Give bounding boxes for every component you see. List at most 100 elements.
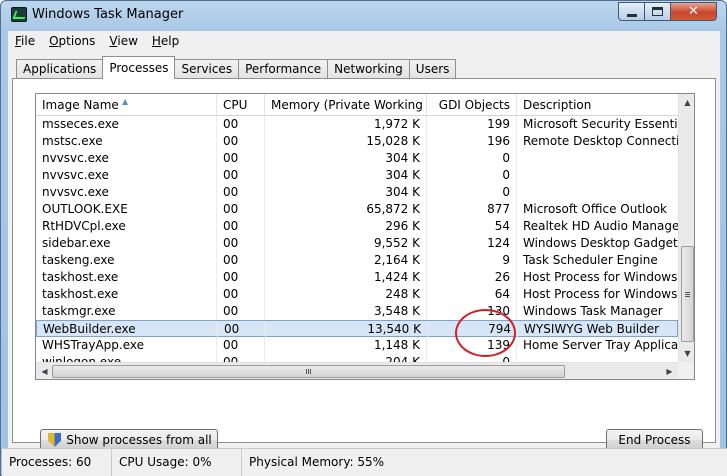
grip-line — [685, 296, 690, 297]
cell-gdi-objects: 9 — [427, 252, 517, 269]
cell-memory: 248 K — [265, 286, 427, 303]
cell-image-name: OUTLOOK.EXE — [36, 201, 217, 218]
cell-gdi-objects: 139 — [427, 337, 517, 354]
maximize-icon — [652, 7, 663, 16]
cell-image-name: WHSTrayApp.exe — [36, 337, 217, 354]
cell-memory: 296 K — [265, 218, 427, 235]
cell-memory: 1,148 K — [265, 337, 427, 354]
cell-cpu: 00 — [217, 235, 265, 252]
tab-processes[interactable]: Processes — [102, 56, 176, 79]
cell-cpu: 00 — [217, 133, 265, 150]
status-physical-memory: Physical Memory: 55% — [249, 455, 385, 469]
cell-memory: 9,552 K — [265, 235, 427, 252]
menu-view[interactable]: View — [102, 34, 144, 48]
cell-description: Host Process for Windows Tasks — [523, 287, 687, 301]
scroll-up-icon[interactable]: ▲ — [679, 94, 694, 111]
tab-applications[interactable]: Applications — [16, 59, 104, 79]
tab-networking[interactable]: Networking — [327, 59, 410, 79]
cell-description: Remote Desktop Connection — [523, 134, 687, 148]
cell-memory: 304 K — [265, 184, 427, 201]
menu-help[interactable]: Help — [145, 34, 186, 48]
menu-file[interactable]: File — [8, 34, 42, 48]
cell-image-name: taskhost.exe — [36, 269, 217, 286]
uac-shield-icon — [48, 433, 61, 447]
table-row[interactable]: nvvsvc.exe 00 304 K0 — [36, 184, 678, 201]
table-row[interactable]: taskhost.exe 00 1,424 K 26 Host Process for … — [36, 269, 687, 286]
cell-gdi-objects: 0 — [427, 167, 517, 184]
cell-description: Host Process for Windows Tasks — [523, 270, 687, 284]
cell-cpu: 00 — [217, 218, 265, 235]
cell-image-name: sidebar.exe — [36, 235, 217, 252]
scroll-down-icon[interactable]: ▼ — [679, 345, 694, 362]
table-row[interactable]: msseces.exe 00 1,972 K 199 Microsoft Securit… — [36, 116, 687, 133]
table-row[interactable]: OUTLOOK.EXE 00 65,872 K 877 Microsoft Office… — [36, 201, 678, 218]
close-button[interactable]: ✕ — [670, 2, 717, 21]
cell-memory: 13,540 K — [266, 321, 428, 338]
table-row[interactable]: taskeng.exe 00 2,164 K 9 Task Scheduler Engi… — [36, 252, 678, 269]
cell-cpu: 00 — [217, 150, 265, 167]
cell-description: Windows Desktop Gadgets — [523, 236, 684, 250]
horizontal-scroll-thumb[interactable] — [52, 365, 565, 378]
column-image-name[interactable]: Image Name ▲ — [36, 94, 217, 116]
status-bar: Processes: 60 CPU Usage: 0% Physical Mem… — [2, 448, 727, 476]
cell-memory: 1,424 K — [265, 269, 427, 286]
cell-description: WYSIWYG Web Builder — [524, 322, 660, 336]
cell-cpu: 00 — [218, 321, 266, 338]
cell-image-name: taskhost.exe — [36, 286, 217, 303]
cell-image-name: WebBuilder.exe — [37, 321, 218, 338]
table-row[interactable]: nvvsvc.exe 00 304 K0 — [36, 167, 678, 184]
vertical-scroll-thumb[interactable] — [681, 246, 694, 342]
task-manager-window: Windows Task Manager ✕ File Options View… — [0, 0, 727, 476]
table-row[interactable]: RtHDVCpl.exe 00 296 K 54 Realtek HD Audio Ma… — [36, 218, 684, 235]
cell-cpu: 00 — [217, 269, 265, 286]
cell-image-name: mstsc.exe — [36, 133, 217, 150]
table-row[interactable]: taskhost.exe 00 248 K 64 Host Process for Wi… — [36, 286, 687, 303]
column-cpu[interactable]: CPU — [217, 94, 265, 116]
cell-gdi-objects: 877 — [427, 201, 517, 218]
horizontal-scrollbar[interactable]: ◀ ▶ — [36, 362, 678, 379]
cell-memory: 304 K — [265, 150, 427, 167]
cell-cpu: 00 — [217, 303, 265, 320]
cell-memory: 15,028 K — [265, 133, 427, 150]
cell-memory: 304 K — [265, 167, 427, 184]
table-row[interactable]: taskmgr.exe 00 3,548 K 130 Windows Task Mana… — [36, 303, 678, 320]
tab-services[interactable]: Services — [174, 59, 240, 79]
scroll-right-icon[interactable]: ▶ — [661, 363, 678, 379]
grip-line — [308, 369, 309, 374]
tab-performance[interactable]: Performance — [238, 59, 329, 79]
minimize-icon — [626, 14, 637, 17]
cell-gdi-objects: 124 — [427, 235, 517, 252]
grip-line — [685, 294, 690, 295]
cell-memory: 65,872 K — [265, 201, 427, 218]
task-manager-icon — [11, 7, 27, 22]
menu-options[interactable]: Options — [42, 34, 102, 48]
column-gdi-objects[interactable]: GDI Objects — [427, 94, 517, 116]
cell-image-name: RtHDVCpl.exe — [36, 218, 217, 235]
sort-ascending-icon: ▲ — [122, 97, 129, 106]
cell-image-name: taskmgr.exe — [36, 303, 217, 320]
vertical-scrollbar[interactable]: ▲ ▼ — [678, 94, 694, 362]
cell-description — [517, 150, 687, 167]
title-bar[interactable]: Windows Task Manager ✕ — [1, 1, 726, 29]
status-cpu-usage: CPU Usage: 0% — [112, 449, 242, 476]
cell-gdi-objects: 64 — [427, 286, 517, 303]
table-row[interactable]: WHSTrayApp.exe 00 1,148 K 139 Home Server Tr… — [36, 337, 687, 354]
client-area: Applications Processes Services Performa… — [8, 51, 720, 467]
table-row[interactable]: nvvsvc.exe 00 304 K0 — [36, 150, 678, 167]
cell-cpu: 00 — [217, 116, 265, 133]
cell-description: Task Scheduler Engine — [523, 253, 658, 267]
table-row[interactable]: mstsc.exe 00 15,028 K 196 Remote Desktop Con… — [36, 133, 687, 150]
column-description[interactable]: Description — [517, 94, 687, 116]
cell-description — [517, 167, 687, 184]
table-row[interactable]: sidebar.exe 00 9,552 K 124 Windows Desktop G… — [36, 235, 684, 252]
cell-gdi-objects: 199 — [427, 116, 517, 133]
table-row-selected[interactable]: WebBuilder.exe 00 13,540 K 794 WYSIWYG Web B… — [36, 320, 678, 338]
minimize-button[interactable] — [618, 2, 645, 21]
tab-users[interactable]: Users — [408, 59, 457, 79]
cell-memory: 1,972 K — [265, 116, 427, 133]
scroll-left-icon[interactable]: ◀ — [36, 363, 53, 379]
maximize-button[interactable] — [644, 2, 671, 21]
column-memory[interactable]: Memory (Private Working Set) — [265, 94, 427, 116]
grip-line — [685, 292, 690, 293]
cell-cpu: 00 — [217, 252, 265, 269]
